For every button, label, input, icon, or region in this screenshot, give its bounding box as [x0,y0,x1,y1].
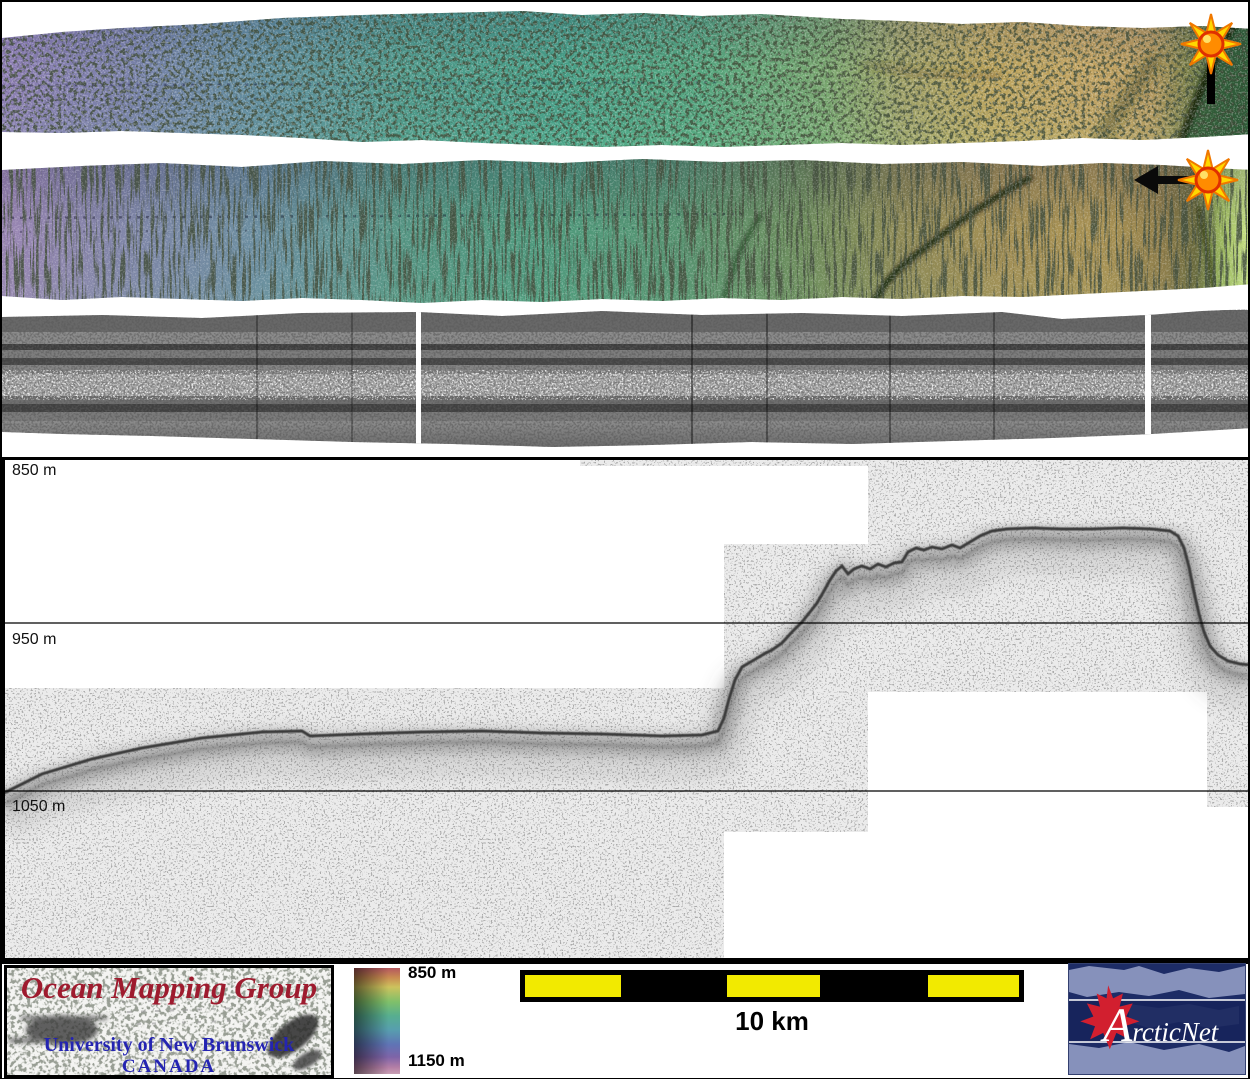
omg-logo: Ocean Mapping Group University of New Br… [4,965,334,1078]
sun-core [1196,168,1220,192]
depth-profile-panel [2,457,1250,964]
sun-highlight [1200,171,1208,179]
colorbar-top-label: 850 m [408,963,456,983]
bathymetry-swath-panel [2,2,1250,152]
depth-label-950: 950 m [12,631,56,649]
omg-country: CANADA [7,1056,331,1078]
sun-with-arrow-icon [1120,148,1250,216]
colorbar-hillshade [354,968,400,1074]
subbottom-strip-panel [2,300,1250,460]
sun-highlight [1203,35,1211,43]
colorbar-bottom-label: 1150 m [408,1051,465,1071]
survey-figure: 850 m 950 m 1050 m Ocean Mapping Group U [0,0,1250,1079]
arcticnet-name: ArcticNet [1103,998,1218,1053]
sun-with-pole-icon [1180,8,1242,108]
depth-label-850: 850 m [12,462,56,480]
scale-bar-label: 10 km [520,1006,1024,1037]
scale-bar [520,970,1024,1002]
backscatter-swath-panel [2,150,1250,310]
segment-gap [416,300,421,460]
omg-university: University of New Brunswick [7,1034,331,1057]
depth-label-1050: 1050 m [12,798,65,816]
scale-segment [727,975,820,997]
sun-core [1199,32,1223,56]
scale-segment [525,975,621,997]
arcticnet-logo: ArcticNet [1068,963,1246,1075]
omg-title: Ocean Mapping Group [7,970,331,1006]
scale-segment [928,975,1019,997]
arrow-head [1134,166,1158,194]
depth-colorbar [354,968,400,1074]
segment-gap [1145,300,1151,460]
